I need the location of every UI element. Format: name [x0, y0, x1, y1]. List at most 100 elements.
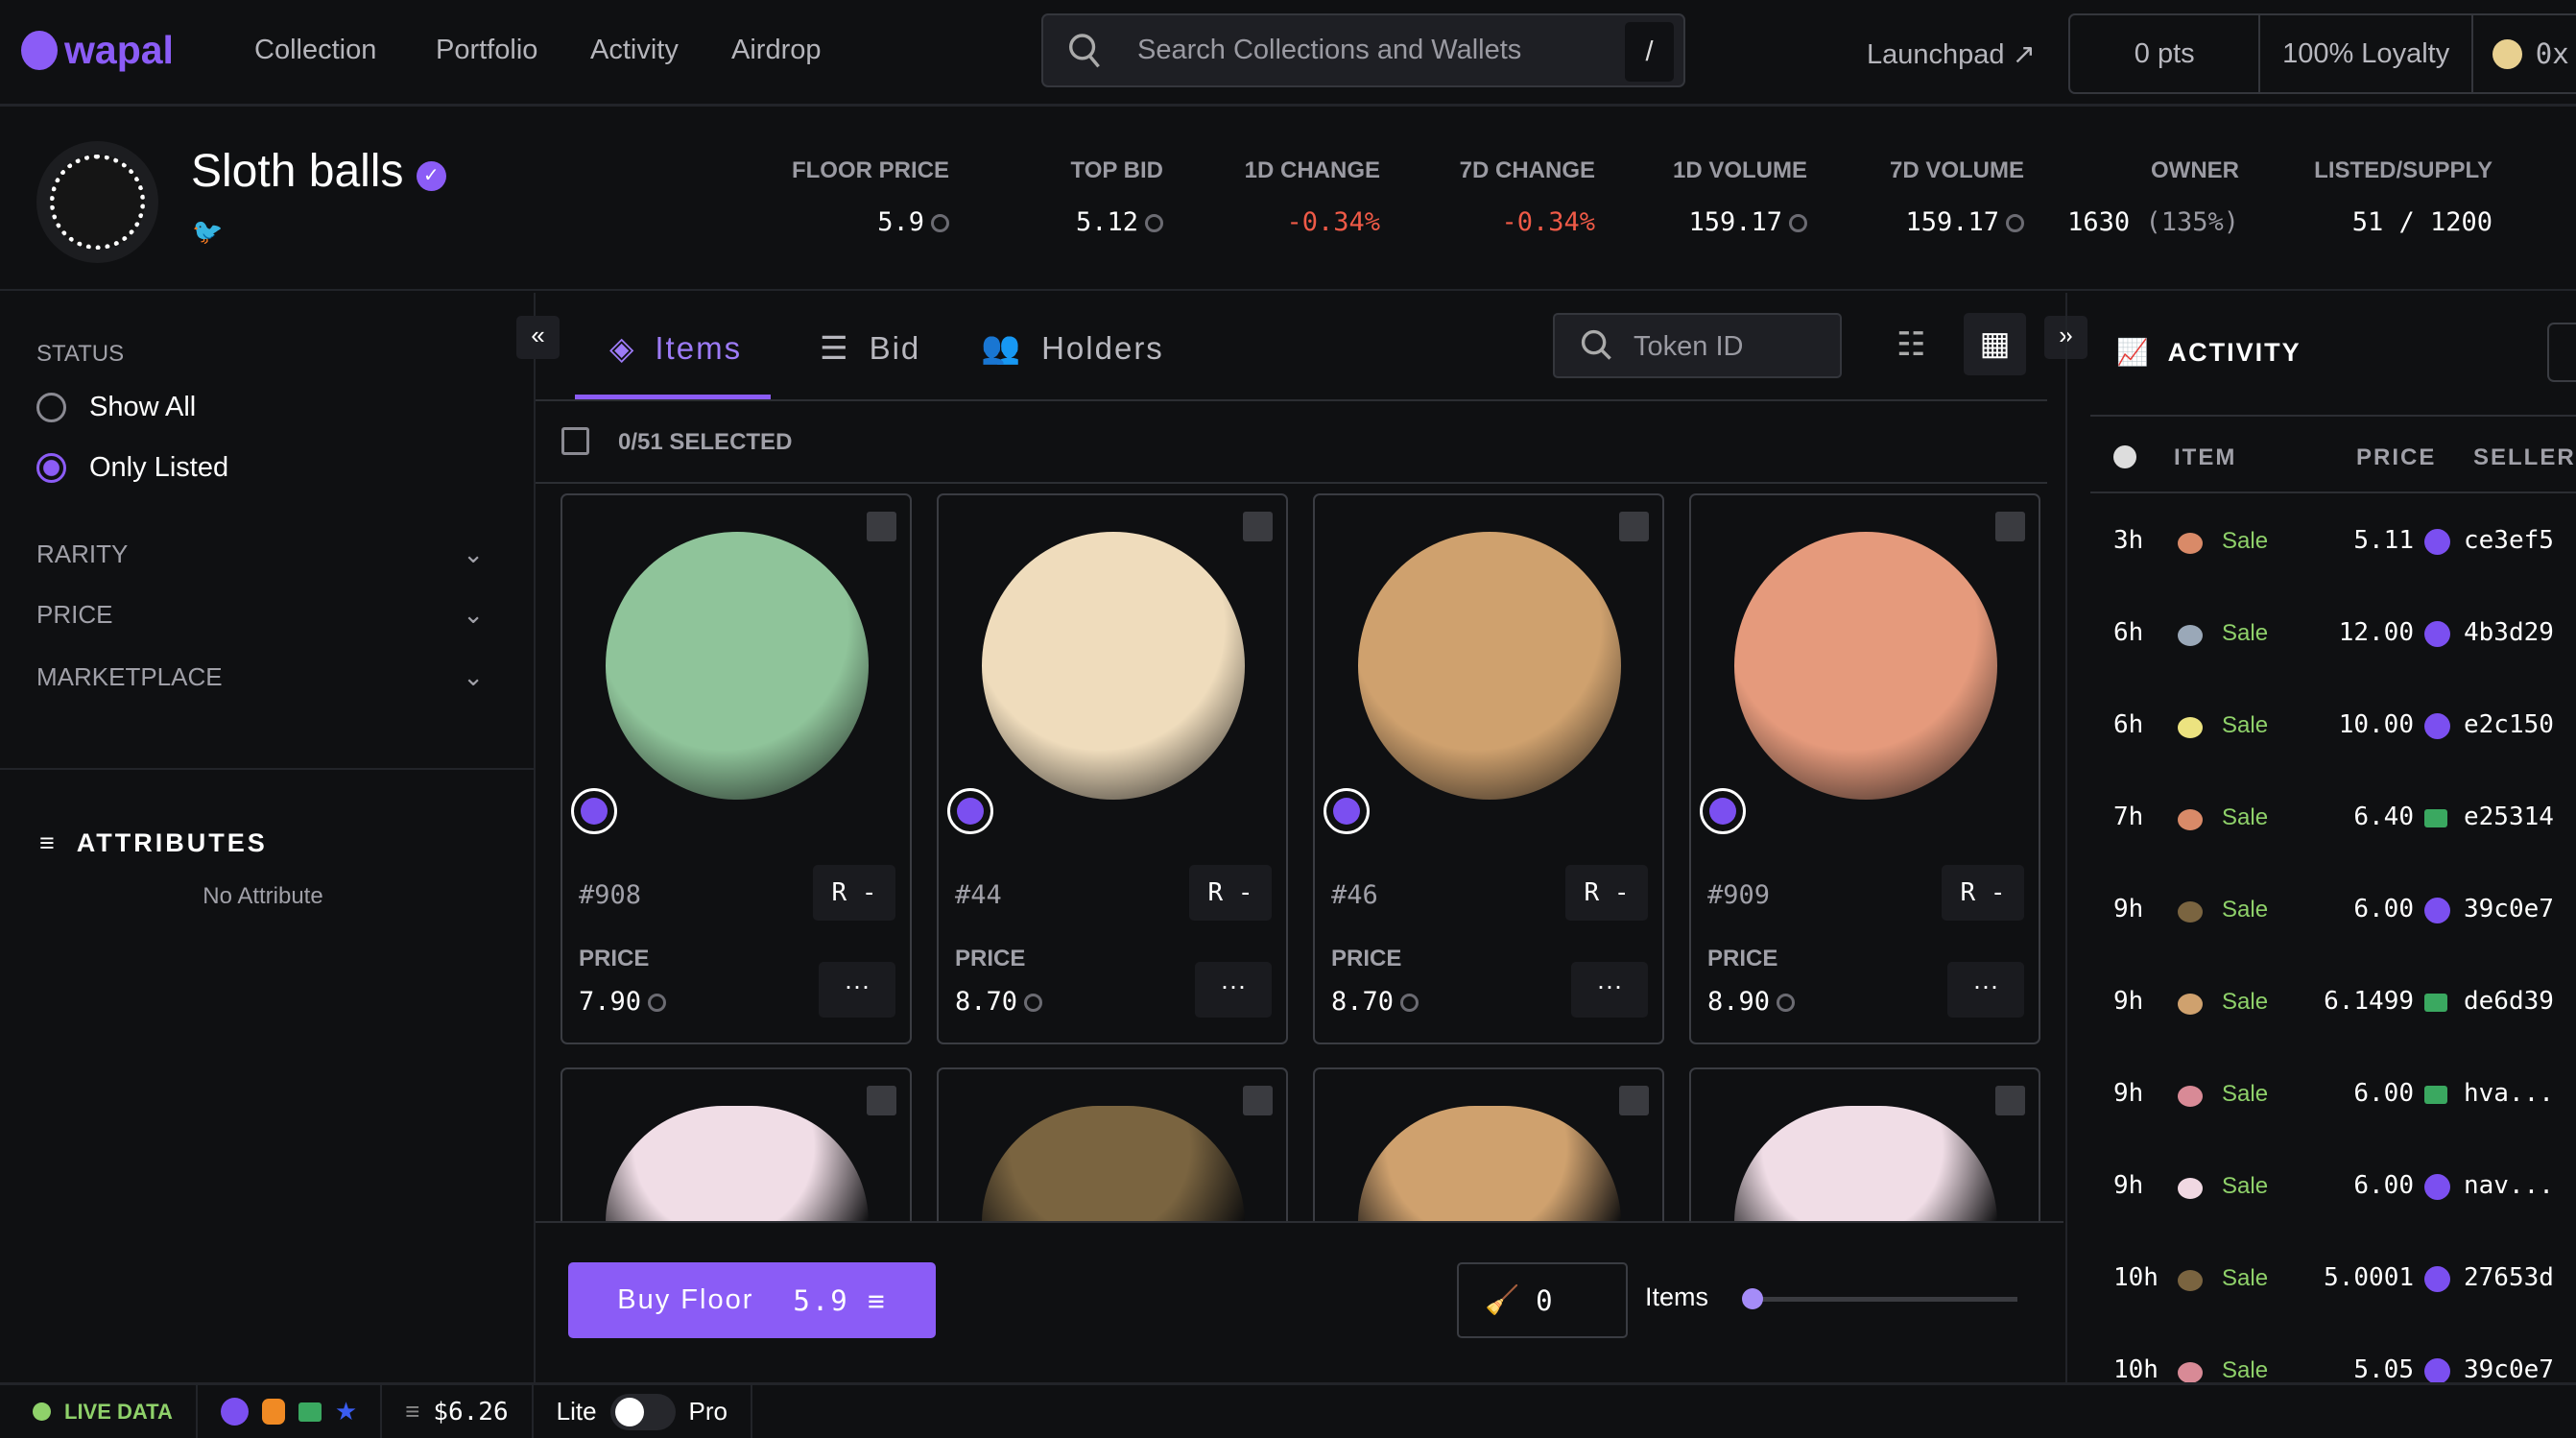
buy-floor-button[interactable]: Buy Floor 5.9 ≡ — [568, 1262, 936, 1338]
activity-row[interactable]: 9h Sale 6.1499 de6d39 — [2067, 987, 2576, 1019]
activity-row[interactable]: 9h Sale 6.00 hva... — [2067, 1079, 2576, 1112]
wapal-logo[interactable]: wapal — [21, 28, 174, 73]
item-checkbox[interactable] — [1995, 512, 2025, 541]
sweep-slider-track[interactable] — [1745, 1297, 2017, 1302]
aptos-icon — [1024, 994, 1043, 1012]
more-options-button[interactable]: ··· — [1947, 962, 2024, 1018]
item-card[interactable]: #46 R - PRICE 8.70 ··· — [1313, 493, 1664, 1044]
loyalty-button[interactable]: 100% Loyalty — [2260, 15, 2473, 92]
item-card[interactable]: #908 R - PRICE 7.90 ··· — [561, 493, 912, 1044]
item-card[interactable]: #44 R - PRICE 8.70 ··· — [937, 493, 1288, 1044]
activity-filter-button[interactable] — [2547, 323, 2576, 382]
wapal-marketplace-icon — [2424, 621, 2450, 647]
activity-type: Sale — [2222, 620, 2269, 646]
item-checkbox[interactable] — [867, 1086, 896, 1115]
search-icon — [1069, 34, 1100, 68]
filter-rarity[interactable]: RARITY ⌄ — [36, 539, 484, 569]
search-placeholder: Search Collections and Wallets — [1137, 35, 1522, 65]
token-id-input[interactable]: Token ID — [1553, 313, 1842, 378]
stat-label: 1D CHANGE — [1244, 157, 1380, 183]
nav-airdrop[interactable]: Airdrop — [731, 35, 822, 66]
list-view-button[interactable]: ☷ — [1896, 325, 1925, 364]
app: wapal Collection Portfolio Activity Aird… — [0, 0, 2576, 1438]
activity-row[interactable]: 3h Sale 5.11 ce3ef5 — [2067, 526, 2576, 559]
activity-row[interactable]: 6h Sale 10.00 e2c150 — [2067, 710, 2576, 743]
stat-top-bid: TOP BID 5.12 — [1071, 157, 1163, 237]
search-input[interactable]: Search Collections and Wallets / — [1041, 13, 1685, 87]
rarity-badge: R - — [813, 865, 895, 921]
twitter-icon[interactable]: 🐦 — [192, 217, 223, 247]
activity-seller: 39c0e7 — [2464, 895, 2554, 923]
activity-row[interactable]: 6h Sale 12.00 4b3d29 — [2067, 618, 2576, 651]
activity-type: Sale — [2222, 1081, 2269, 1107]
nav-collection[interactable]: Collection — [254, 35, 376, 66]
nav-portfolio[interactable]: Portfolio — [436, 35, 537, 66]
more-options-button[interactable]: ··· — [1195, 962, 1272, 1018]
item-checkbox[interactable] — [1243, 512, 1273, 541]
aptos-icon: ≡ — [405, 1397, 420, 1426]
activity-time: 9h — [2113, 987, 2144, 1016]
stat-label: TOP BID — [1070, 157, 1163, 183]
more-options-button[interactable]: ··· — [1571, 962, 1648, 1018]
nav-activity[interactable]: Activity — [590, 35, 679, 66]
item-thumbnail — [2178, 625, 2203, 646]
tab-bid[interactable]: ☰ Bid — [820, 329, 920, 367]
item-card[interactable] — [1689, 1067, 2040, 1221]
tab-holders[interactable]: 👥 Holders — [981, 329, 1164, 367]
price-label: PRICE — [955, 946, 1026, 971]
stat-value: 1630 — [2067, 207, 2131, 237]
activity-time: 10h — [2113, 1355, 2159, 1384]
lite-pro-toggle[interactable] — [609, 1393, 676, 1430]
sweep-count-input[interactable]: 🧹 0 — [1457, 1262, 1628, 1338]
nft-image — [1358, 1106, 1621, 1221]
aptos-icon — [1400, 994, 1419, 1012]
item-checkbox[interactable] — [1995, 1086, 2025, 1115]
marketplace-icons: ★ — [198, 1385, 383, 1438]
activity-price: 6.00 — [2353, 1171, 2414, 1200]
radio-only-listed[interactable]: Only Listed — [36, 452, 228, 484]
item-checkbox[interactable] — [1619, 1086, 1649, 1115]
tab-items[interactable]: ◈ Items — [609, 329, 742, 367]
item-card[interactable] — [937, 1067, 1288, 1221]
price-value: 8.70 — [1331, 987, 1395, 1017]
points-button[interactable]: 0 pts — [2070, 15, 2261, 92]
item-card[interactable] — [561, 1067, 912, 1221]
rarity-badge: R - — [1565, 865, 1648, 921]
sweep-slider-thumb[interactable] — [1742, 1288, 1763, 1309]
item-checkbox[interactable] — [1243, 1086, 1273, 1115]
activity-row[interactable]: 9h Sale 6.00 39c0e7 — [2067, 895, 2576, 927]
item-thumbnail — [2178, 1270, 2203, 1291]
stat-label: 1D VOLUME — [1672, 157, 1807, 183]
live-data-indicator: LIVE DATA — [0, 1385, 198, 1438]
items-grid: #908 R - PRICE 7.90 ··· #44 R - PRICE 8.70 ··· #46… — [536, 484, 2063, 1221]
activity-row[interactable]: 10h Sale 5.0001 27653d — [2067, 1263, 2576, 1296]
user-pill: 0 pts 100% Loyalty 0x — [2068, 13, 2576, 94]
activity-price: 10.00 — [2338, 710, 2414, 739]
activity-row[interactable]: 7h Sale 6.40 e25314 — [2067, 803, 2576, 835]
stat-floor-price: FLOOR PRICE 5.9 — [792, 157, 949, 237]
radio-show-all[interactable]: Show All — [36, 392, 196, 423]
stat-value: -0.34% — [1501, 207, 1595, 237]
wallet-button[interactable]: 0x — [2473, 15, 2576, 92]
stat-label: LISTED/SUPPLY — [2314, 157, 2493, 183]
item-card[interactable]: #909 R - PRICE 8.90 ··· — [1689, 493, 2040, 1044]
filter-price[interactable]: PRICE ⌄ — [36, 600, 484, 630]
activity-panel: 📈 ACTIVITY ITEM PRICE SELLER 3h Sale 5.11 c… — [2065, 293, 2576, 1384]
item-checkbox[interactable] — [1619, 512, 1649, 541]
select-all-checkbox[interactable] — [561, 427, 589, 455]
activity-price: 5.05 — [2353, 1355, 2414, 1384]
filter-marketplace[interactable]: MARKETPLACE ⌄ — [36, 662, 484, 692]
activity-row[interactable]: 9h Sale 6.00 nav... — [2067, 1171, 2576, 1204]
launchpad-link[interactable]: Launchpad ↗ — [1867, 37, 2036, 71]
collapse-sidebar-button[interactable]: « — [516, 316, 560, 359]
item-checkbox[interactable] — [867, 512, 896, 541]
rarity-badge: R - — [1189, 865, 1272, 921]
activity-type: Sale — [2222, 804, 2269, 830]
more-options-button[interactable]: ··· — [819, 962, 895, 1018]
grid-view-button[interactable]: ▦ — [1964, 313, 2026, 375]
wapal-marketplace-icon — [2424, 898, 2450, 923]
activity-time: 9h — [2113, 1079, 2144, 1108]
item-card[interactable] — [1313, 1067, 1664, 1221]
collection-name: Sloth balls — [191, 146, 404, 197]
rarity-badge: R - — [1942, 865, 2024, 921]
